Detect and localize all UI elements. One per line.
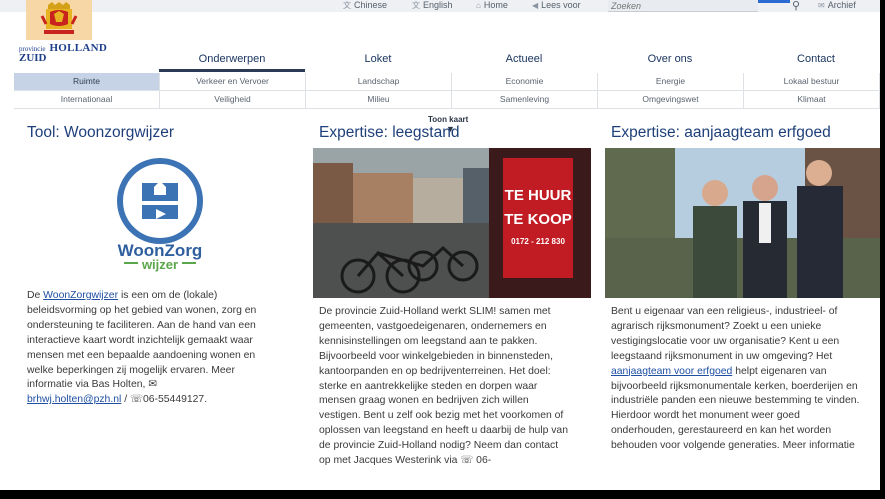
subject-ruimte[interactable]: Ruimte	[14, 73, 160, 91]
aanjaagteam-photo	[605, 148, 880, 298]
leegstand-title[interactable]: Expertise: leegstand	[319, 124, 589, 142]
tab-over-ons[interactable]: Over ons	[597, 48, 743, 72]
subject-landschap[interactable]: Landschap	[306, 73, 452, 91]
english-language-icon: 文	[412, 1, 420, 10]
main-navigation: Onderwerpen Loket Actueel Over ons Conta…	[159, 48, 880, 72]
aanjaagteam-link[interactable]: aanjaagteam voor erfgoed	[611, 366, 732, 377]
erfgoed-description: Bent u eigenaar van een religieus-, indu…	[611, 306, 860, 452]
photo-sign-te-huur: TE HUUR	[505, 187, 572, 204]
woonzorgwijzer-link[interactable]: WoonZorgwijzer	[43, 290, 118, 301]
province-crest-logo[interactable]	[38, 2, 80, 38]
subject-internationaal[interactable]: Internationaal	[14, 91, 160, 109]
subject-menu: Ruimte Verkeer en Vervoer Landschap Econ…	[14, 73, 880, 109]
tab-contact[interactable]: Contact	[743, 48, 880, 72]
subject-klimaat[interactable]: Klimaat	[744, 91, 880, 109]
archive-icon: ✉	[818, 1, 825, 10]
brand-wordmark[interactable]: provincie HOLLAND ZUID	[19, 42, 107, 64]
woonzorgwijzer-logo[interactable]: WoonZorg wijzer	[110, 157, 210, 275]
chinese-link[interactable]: 文 Chinese	[343, 0, 387, 12]
woonzorg-description: De WoonZorgwijzer is een om de (lokale) …	[27, 290, 257, 406]
top-utility-bar: 文Chinese 文English ⌂Home ◀Lees voor ⚲ ✉Ar…	[0, 0, 880, 12]
window-frame-bottom	[0, 490, 885, 499]
search-input[interactable]	[608, 0, 758, 12]
page: 文Chinese 文English ⌂Home ◀Lees voor ⚲ ✉Ar…	[0, 0, 880, 499]
leegstand-description: De provincie Zuid-Holland werkt SLIM! sa…	[319, 306, 568, 467]
subject-lokaal-bestuur[interactable]: Lokaal bestuur	[744, 73, 880, 91]
photo-sign-te-koop: TE KOOP	[504, 211, 572, 228]
woonzorg-title[interactable]: Tool: Woonzorgwijzer	[27, 124, 297, 142]
search-icon[interactable]: ⚲	[792, 0, 800, 12]
erfgoed-title[interactable]: Expertise: aanjaagteam erfgoed	[611, 124, 880, 142]
subject-economie[interactable]: Economie	[452, 73, 598, 91]
subject-omgevingswet[interactable]: Omgevingswet	[598, 91, 744, 109]
window-frame-right	[880, 0, 885, 499]
subject-veiligheid[interactable]: Veiligheid	[160, 91, 306, 109]
toon-kaart-toggle[interactable]: Toon kaart	[428, 115, 468, 124]
tab-actueel[interactable]: Actueel	[451, 48, 597, 72]
home-icon: ⌂	[476, 1, 481, 10]
leegstand-photo: TE HUUR TE KOOP 0172 - 212 830	[313, 148, 591, 298]
lees-voor-link[interactable]: ◀ Lees voor	[532, 0, 581, 12]
archive-link[interactable]: ✉ Archief	[818, 0, 856, 12]
subject-milieu[interactable]: Milieu	[306, 91, 452, 109]
tab-loket[interactable]: Loket	[305, 48, 451, 72]
english-link[interactable]: 文 English	[412, 0, 453, 12]
woonzorg-logo-bottom-text: wijzer	[141, 257, 178, 272]
speaker-icon: ◀	[532, 1, 539, 10]
email-link[interactable]: brhwj.holten@pzh.nl	[27, 394, 121, 405]
subject-verkeer-en-vervoer[interactable]: Verkeer en Vervoer	[160, 73, 306, 91]
photo-sign-phone: 0172 - 212 830	[511, 237, 565, 246]
chinese-language-icon: 文	[343, 1, 351, 10]
tab-onderwerpen[interactable]: Onderwerpen	[159, 48, 305, 72]
subject-samenleving[interactable]: Samenleving	[452, 91, 598, 109]
email-icon: ✉	[148, 379, 157, 391]
subject-energie[interactable]: Energie	[598, 73, 744, 91]
home-link[interactable]: ⌂ Home	[476, 0, 508, 12]
